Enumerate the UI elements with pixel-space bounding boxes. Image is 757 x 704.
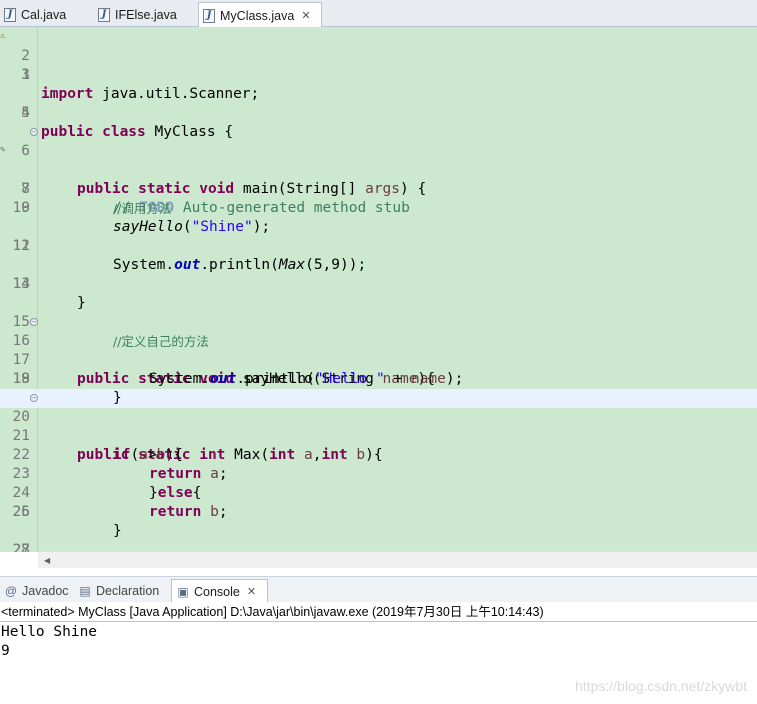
java-file-icon: J <box>98 7 110 22</box>
fold-toggle-icon[interactable]: − <box>30 318 38 326</box>
code-line: 4 public class MyClass { <box>21 105 234 140</box>
code-line: 8 //调用方法 <box>21 181 172 216</box>
code-line: 23 }else{ <box>12 466 202 501</box>
code-line: 17 System.out.println("Hello " + name); <box>12 352 464 387</box>
code-line: 18 } <box>12 371 122 406</box>
code-editor[interactable]: ⚠ 1 import java.util.Scanner; 2 3 4 publ… <box>0 27 757 552</box>
java-file-icon: J <box>203 8 215 23</box>
console-output-line: Hello Shine <box>1 624 98 640</box>
code-line: 12 <box>12 238 30 254</box>
fold-toggle-icon[interactable]: − <box>30 128 38 136</box>
code-line: 10 <box>12 200 30 216</box>
tab-console[interactable]: ▣ Console ✕ <box>171 579 268 603</box>
console-status-text: <terminated> MyClass [Java Application] … <box>0 602 757 622</box>
code-line: 19 <box>12 371 30 387</box>
code-line: 13 } <box>12 276 86 311</box>
code-line: 25 } <box>12 504 122 539</box>
code-line: ✎ 7 // TODO Auto-generated method stub <box>0 145 410 216</box>
tab-label: MyClass.java <box>220 8 295 23</box>
tab-label: Cal.java <box>21 7 67 22</box>
java-file-icon: J <box>4 7 16 22</box>
tab-ifelse-java[interactable]: J IFElse.java <box>94 2 177 27</box>
view-tab-bar: @ Javadoc ▤ Declaration ▣ Console ✕ <box>0 576 757 603</box>
console-icon: ▣ <box>177 584 189 599</box>
tab-declaration[interactable]: ▤ Declaration <box>74 579 163 603</box>
tab-cal-java[interactable]: J Cal.java <box>0 2 66 27</box>
task-marker-icon: ✎ <box>0 145 6 155</box>
console-output-line: 9 <box>1 643 10 659</box>
fold-toggle-icon[interactable]: − <box>30 394 38 402</box>
code-line: 27 } <box>12 542 30 552</box>
horizontal-scrollbar[interactable]: ◀ <box>38 551 757 568</box>
close-icon[interactable]: ✕ <box>247 585 256 598</box>
scroll-left-icon[interactable]: ◀ <box>44 556 50 565</box>
tab-javadoc[interactable]: @ Javadoc <box>0 579 73 603</box>
at-icon: @ <box>4 584 18 598</box>
code-line: 20 − public static int Max(int a,int b){ <box>12 394 383 463</box>
code-line: 9 sayHello("Shine"); <box>21 200 271 235</box>
code-line: ⚠ 1 import java.util.Scanner; <box>0 31 260 102</box>
code-line: 14 <box>12 276 30 292</box>
code-line: 6 − public static void main(String[] arg… <box>21 128 427 197</box>
code-line: 22 return a; <box>12 447 228 482</box>
editor-tab-bar: J Cal.java J IFElse.java J MyClass.java … <box>0 0 757 28</box>
close-icon[interactable]: ✕ <box>301 9 310 22</box>
declaration-icon: ▤ <box>79 584 91 598</box>
code-line: 11 System.out.println(Max(5,9)); <box>12 238 367 273</box>
watermark: https://blog.csdn.net/zkywbt <box>575 678 747 694</box>
code-line: 2 <box>21 48 30 64</box>
tab-myclass-java[interactable]: J MyClass.java ✕ <box>198 2 322 28</box>
code-line: 21 if(a>b){ <box>12 428 183 463</box>
code-line: 15 //定义自己的方法 <box>12 314 209 349</box>
tab-label: IFElse.java <box>115 7 177 22</box>
code-line: 16 − public static void sayHello(String … <box>12 318 435 387</box>
code-line: 3 <box>21 67 30 83</box>
code-line: 24 return b; <box>12 485 228 520</box>
code-line: 5 <box>21 105 30 121</box>
code-line: 26 <box>12 504 30 520</box>
warning-marker-icon: ⚠ <box>0 31 6 41</box>
